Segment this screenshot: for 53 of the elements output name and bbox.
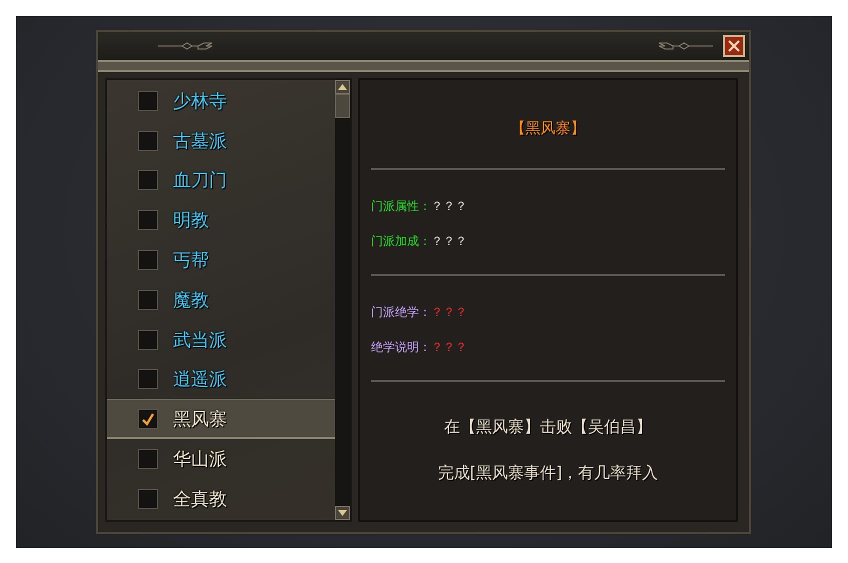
checkbox[interactable] bbox=[138, 210, 158, 230]
condition-text: 在【黑风寨】击败【吴伯昌】 bbox=[444, 416, 652, 438]
checkbox[interactable] bbox=[138, 250, 158, 270]
checkbox[interactable] bbox=[138, 290, 158, 310]
sect-list-item[interactable]: 逍遥派 bbox=[107, 360, 335, 400]
down-arrow-icon bbox=[338, 510, 347, 516]
field-value: ？？？ bbox=[431, 198, 467, 215]
sect-name: 全真教 bbox=[173, 488, 227, 511]
sect-list-item[interactable]: 少林寺 bbox=[107, 81, 335, 121]
sect-name: 华山派 bbox=[173, 448, 227, 472]
sect-list-item[interactable]: 血刀门 bbox=[107, 160, 335, 200]
scrollbar[interactable] bbox=[335, 80, 350, 520]
sect-name: 明教 bbox=[173, 209, 209, 232]
checkbox[interactable] bbox=[138, 369, 158, 390]
sect-list-item[interactable]: 丐帮 bbox=[107, 240, 335, 280]
sect-list-item[interactable]: 全真教 bbox=[107, 478, 335, 519]
sect-title: 【黑风寨】 bbox=[510, 119, 586, 138]
field-label: 门派加成： bbox=[371, 233, 431, 250]
field-label: 门派绝学： bbox=[371, 304, 431, 321]
close-icon bbox=[727, 39, 741, 54]
sect-name: 血刀门 bbox=[173, 169, 227, 192]
checkbox[interactable] bbox=[138, 449, 158, 470]
sect-list-item[interactable]: 华山派 bbox=[107, 439, 335, 479]
close-button[interactable] bbox=[723, 35, 745, 58]
field-label: 绝学说明： bbox=[371, 339, 431, 356]
sect-name: 魔教 bbox=[173, 288, 209, 312]
checkbox[interactable] bbox=[138, 130, 158, 151]
checkbox[interactable] bbox=[138, 170, 158, 190]
sect-list-item[interactable]: 明教 bbox=[107, 200, 335, 240]
check-icon bbox=[141, 412, 155, 426]
checkbox[interactable] bbox=[138, 330, 158, 350]
checkbox[interactable] bbox=[138, 408, 158, 429]
up-arrow-icon bbox=[338, 84, 347, 90]
scroll-down-button[interactable] bbox=[335, 506, 350, 520]
field-value: ？？？ bbox=[431, 304, 467, 321]
sect-name: 古墓派 bbox=[173, 130, 227, 153]
scroll-up-button[interactable] bbox=[335, 80, 350, 94]
sect-name: 逍遥派 bbox=[173, 368, 227, 392]
sect-name: 丐帮 bbox=[173, 249, 209, 272]
sect-list-item[interactable]: 魔教 bbox=[107, 280, 335, 320]
field-value: ？？？ bbox=[431, 233, 467, 250]
sect-list-item[interactable]: 古墓派 bbox=[107, 120, 335, 161]
scroll-thumb[interactable] bbox=[335, 94, 350, 118]
checkbox[interactable] bbox=[138, 488, 158, 509]
sect-name: 武当派 bbox=[173, 328, 227, 352]
field-label: 门派属性： bbox=[371, 198, 431, 215]
sect-name: 少林寺 bbox=[173, 90, 227, 113]
field-value: ？？？ bbox=[431, 339, 467, 356]
sect-list-item[interactable]: 武当派 bbox=[107, 320, 335, 360]
checkbox[interactable] bbox=[138, 90, 158, 111]
sect-list-item[interactable]: 黑风寨 bbox=[107, 399, 335, 440]
condition-text: 完成[黑风寨事件]，有几率拜入 bbox=[438, 462, 658, 484]
sect-name: 黑风寨 bbox=[173, 408, 227, 431]
